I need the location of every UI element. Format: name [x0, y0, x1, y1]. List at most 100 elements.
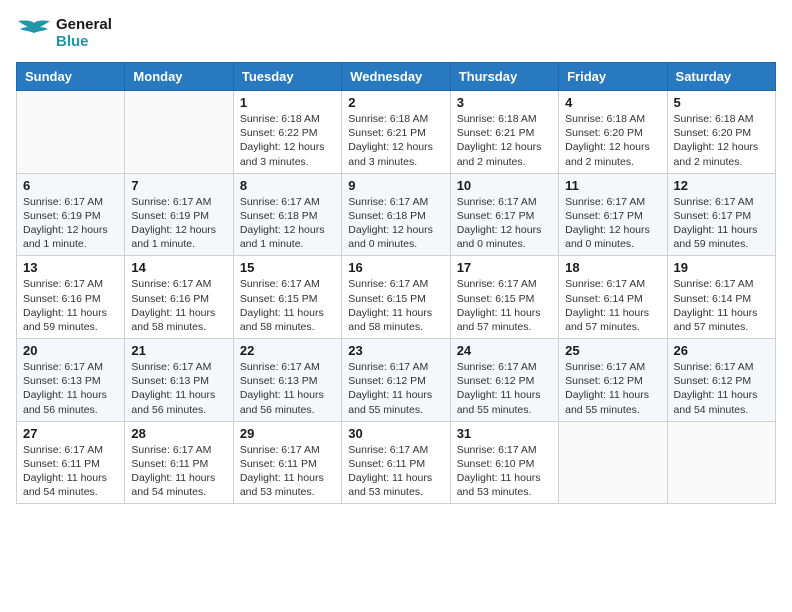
calendar-cell: 4 Sunrise: 6:18 AM Sunset: 6:20 PM Daylig…	[559, 91, 667, 174]
day-number: 10	[457, 178, 552, 193]
calendar-week-row: 6 Sunrise: 6:17 AM Sunset: 6:19 PM Daylig…	[17, 173, 776, 256]
weekday-header-sunday: Sunday	[17, 63, 125, 91]
calendar-cell	[667, 421, 775, 504]
day-number: 28	[131, 426, 226, 441]
calendar-week-row: 27 Sunrise: 6:17 AM Sunset: 6:11 PM Dayli…	[17, 421, 776, 504]
calendar-cell: 16 Sunrise: 6:17 AM Sunset: 6:15 PM Dayli…	[342, 256, 450, 339]
day-number: 13	[23, 260, 118, 275]
weekday-header-row: SundayMondayTuesdayWednesdayThursdayFrid…	[17, 63, 776, 91]
calendar-cell: 14 Sunrise: 6:17 AM Sunset: 6:16 PM Dayli…	[125, 256, 233, 339]
calendar-cell: 28 Sunrise: 6:17 AM Sunset: 6:11 PM Dayli…	[125, 421, 233, 504]
logo-bird-icon	[16, 17, 52, 49]
day-number: 12	[674, 178, 769, 193]
day-info: Sunrise: 6:17 AM Sunset: 6:14 PM Dayligh…	[674, 277, 769, 334]
day-info: Sunrise: 6:18 AM Sunset: 6:22 PM Dayligh…	[240, 112, 335, 169]
day-number: 25	[565, 343, 660, 358]
day-number: 2	[348, 95, 443, 110]
day-info: Sunrise: 6:17 AM Sunset: 6:19 PM Dayligh…	[23, 195, 118, 252]
day-number: 7	[131, 178, 226, 193]
day-info: Sunrise: 6:17 AM Sunset: 6:15 PM Dayligh…	[240, 277, 335, 334]
day-number: 15	[240, 260, 335, 275]
calendar-cell	[559, 421, 667, 504]
calendar-cell: 25Sunrise: 6:17 AM Sunset: 6:12 PM Dayli…	[559, 339, 667, 422]
calendar-cell: 27 Sunrise: 6:17 AM Sunset: 6:11 PM Dayli…	[17, 421, 125, 504]
day-number: 8	[240, 178, 335, 193]
calendar-cell: 3Sunrise: 6:18 AM Sunset: 6:21 PM Daylig…	[450, 91, 558, 174]
logo-text: General Blue	[56, 16, 112, 50]
day-number: 1	[240, 95, 335, 110]
day-info: Sunrise: 6:17 AM Sunset: 6:17 PM Dayligh…	[457, 195, 552, 252]
day-info: Sunrise: 6:17 AM Sunset: 6:18 PM Dayligh…	[348, 195, 443, 252]
page-header: General Blue	[16, 16, 776, 50]
calendar-table: SundayMondayTuesdayWednesdayThursdayFrid…	[16, 62, 776, 504]
calendar-cell: 2Sunrise: 6:18 AM Sunset: 6:21 PM Daylig…	[342, 91, 450, 174]
calendar-cell: 18 Sunrise: 6:17 AM Sunset: 6:14 PM Dayli…	[559, 256, 667, 339]
day-info: Sunrise: 6:17 AM Sunset: 6:15 PM Dayligh…	[457, 277, 552, 334]
day-number: 31	[457, 426, 552, 441]
calendar-cell	[125, 91, 233, 174]
day-info: Sunrise: 6:17 AM Sunset: 6:10 PM Dayligh…	[457, 443, 552, 500]
day-number: 22	[240, 343, 335, 358]
day-number: 4	[565, 95, 660, 110]
calendar-week-row: 1 Sunrise: 6:18 AM Sunset: 6:22 PM Daylig…	[17, 91, 776, 174]
day-number: 3	[457, 95, 552, 110]
day-info: Sunrise: 6:17 AM Sunset: 6:13 PM Dayligh…	[240, 360, 335, 417]
day-number: 16	[348, 260, 443, 275]
day-number: 6	[23, 178, 118, 193]
day-info: Sunrise: 6:17 AM Sunset: 6:14 PM Dayligh…	[565, 277, 660, 334]
day-number: 21	[131, 343, 226, 358]
calendar-cell: 7 Sunrise: 6:17 AM Sunset: 6:19 PM Daylig…	[125, 173, 233, 256]
day-number: 26	[674, 343, 769, 358]
calendar-week-row: 20 Sunrise: 6:17 AM Sunset: 6:13 PM Dayli…	[17, 339, 776, 422]
weekday-header-thursday: Thursday	[450, 63, 558, 91]
calendar-cell: 26 Sunrise: 6:17 AM Sunset: 6:12 PM Dayli…	[667, 339, 775, 422]
day-info: Sunrise: 6:17 AM Sunset: 6:19 PM Dayligh…	[131, 195, 226, 252]
calendar-cell	[17, 91, 125, 174]
day-info: Sunrise: 6:17 AM Sunset: 6:12 PM Dayligh…	[674, 360, 769, 417]
calendar-cell: 31 Sunrise: 6:17 AM Sunset: 6:10 PM Dayli…	[450, 421, 558, 504]
weekday-header-wednesday: Wednesday	[342, 63, 450, 91]
day-number: 20	[23, 343, 118, 358]
calendar-cell: 11 Sunrise: 6:17 AM Sunset: 6:17 PM Dayli…	[559, 173, 667, 256]
day-info: Sunrise: 6:17 AM Sunset: 6:15 PM Dayligh…	[348, 277, 443, 334]
day-number: 19	[674, 260, 769, 275]
calendar-cell: 24Sunrise: 6:17 AM Sunset: 6:12 PM Dayli…	[450, 339, 558, 422]
calendar-cell: 5Sunrise: 6:18 AM Sunset: 6:20 PM Daylig…	[667, 91, 775, 174]
calendar-cell: 1 Sunrise: 6:18 AM Sunset: 6:22 PM Daylig…	[233, 91, 341, 174]
calendar-cell: 19 Sunrise: 6:17 AM Sunset: 6:14 PM Dayli…	[667, 256, 775, 339]
day-number: 27	[23, 426, 118, 441]
calendar-cell: 8 Sunrise: 6:17 AM Sunset: 6:18 PM Daylig…	[233, 173, 341, 256]
calendar-cell: 20 Sunrise: 6:17 AM Sunset: 6:13 PM Dayli…	[17, 339, 125, 422]
calendar-cell: 15 Sunrise: 6:17 AM Sunset: 6:15 PM Dayli…	[233, 256, 341, 339]
day-number: 11	[565, 178, 660, 193]
calendar-cell: 29 Sunrise: 6:17 AM Sunset: 6:11 PM Dayli…	[233, 421, 341, 504]
day-info: Sunrise: 6:17 AM Sunset: 6:16 PM Dayligh…	[23, 277, 118, 334]
day-info: Sunrise: 6:17 AM Sunset: 6:13 PM Dayligh…	[23, 360, 118, 417]
calendar-cell: 23Sunrise: 6:17 AM Sunset: 6:12 PM Dayli…	[342, 339, 450, 422]
calendar-cell: 30 Sunrise: 6:17 AM Sunset: 6:11 PM Dayli…	[342, 421, 450, 504]
day-number: 30	[348, 426, 443, 441]
day-number: 14	[131, 260, 226, 275]
day-info: Sunrise: 6:17 AM Sunset: 6:18 PM Dayligh…	[240, 195, 335, 252]
calendar-cell: 22 Sunrise: 6:17 AM Sunset: 6:13 PM Dayli…	[233, 339, 341, 422]
day-info: Sunrise: 6:17 AM Sunset: 6:17 PM Dayligh…	[674, 195, 769, 252]
weekday-header-monday: Monday	[125, 63, 233, 91]
day-info: Sunrise: 6:17 AM Sunset: 6:11 PM Dayligh…	[23, 443, 118, 500]
day-number: 5	[674, 95, 769, 110]
day-info: Sunrise: 6:17 AM Sunset: 6:13 PM Dayligh…	[131, 360, 226, 417]
day-info: Sunrise: 6:17 AM Sunset: 6:11 PM Dayligh…	[240, 443, 335, 500]
weekday-header-friday: Friday	[559, 63, 667, 91]
day-number: 18	[565, 260, 660, 275]
day-info: Sunrise: 6:17 AM Sunset: 6:17 PM Dayligh…	[565, 195, 660, 252]
day-info: Sunrise: 6:18 AM Sunset: 6:20 PM Dayligh…	[565, 112, 660, 169]
day-number: 29	[240, 426, 335, 441]
day-info: Sunrise: 6:17 AM Sunset: 6:11 PM Dayligh…	[348, 443, 443, 500]
weekday-header-saturday: Saturday	[667, 63, 775, 91]
calendar-cell: 21 Sunrise: 6:17 AM Sunset: 6:13 PM Dayli…	[125, 339, 233, 422]
day-number: 24	[457, 343, 552, 358]
day-info: Sunrise: 6:17 AM Sunset: 6:12 PM Dayligh…	[348, 360, 443, 417]
calendar-week-row: 13 Sunrise: 6:17 AM Sunset: 6:16 PM Dayli…	[17, 256, 776, 339]
calendar-cell: 6 Sunrise: 6:17 AM Sunset: 6:19 PM Daylig…	[17, 173, 125, 256]
day-info: Sunrise: 6:17 AM Sunset: 6:16 PM Dayligh…	[131, 277, 226, 334]
day-info: Sunrise: 6:17 AM Sunset: 6:11 PM Dayligh…	[131, 443, 226, 500]
